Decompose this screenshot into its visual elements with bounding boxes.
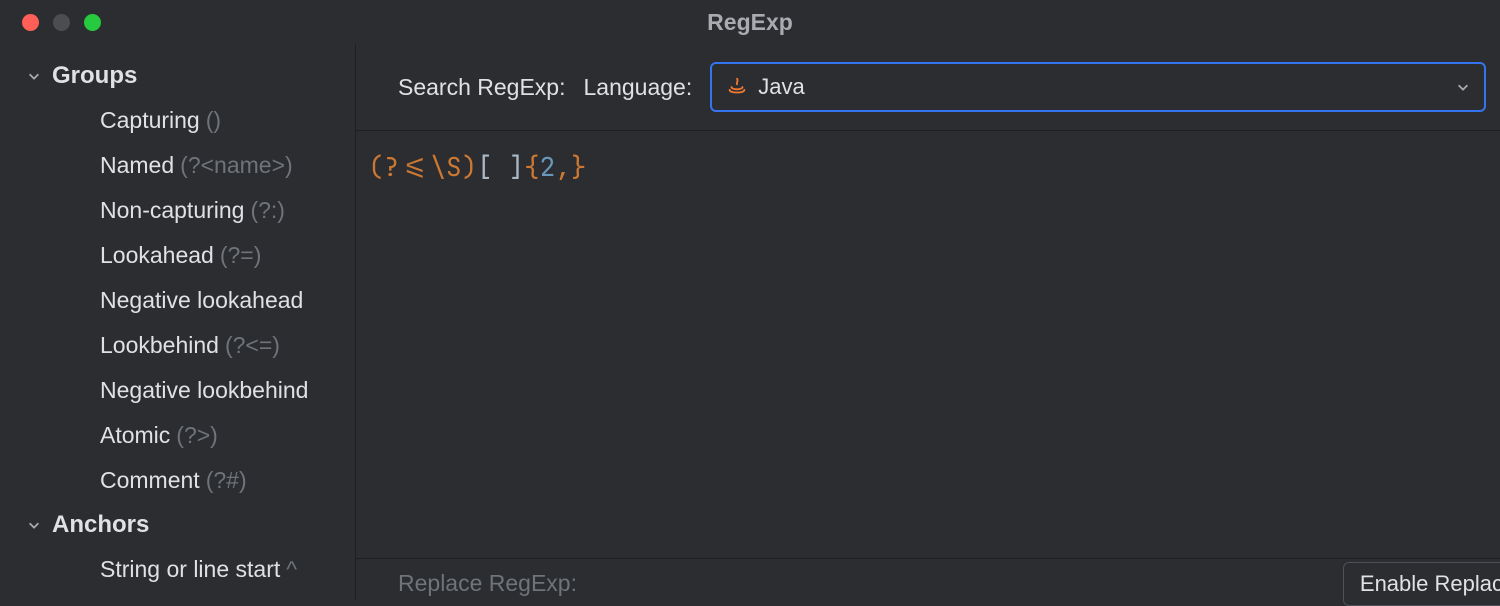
sidebar-item-hint: (?<=) <box>225 332 280 358</box>
search-regexp-label: Search RegExp: <box>398 74 565 101</box>
main-panel: Search RegExp: Language: Java (?<=\S)[ ]… <box>356 44 1500 600</box>
sidebar-item-hint: (?<name>) <box>180 152 293 178</box>
language-label: Language: <box>583 74 692 101</box>
sidebar-item-hint: ^ <box>286 556 297 582</box>
sidebar-section-label: Anchors <box>52 511 149 539</box>
sidebar-item-neg-lookbehind[interactable]: Negative lookbehind <box>0 368 355 413</box>
sidebar-item-hint: () <box>206 107 221 133</box>
titlebar: RegExp <box>0 0 1500 44</box>
sidebar-item-hint: (?#) <box>206 467 247 493</box>
sidebar-section-groups[interactable]: Groups <box>0 54 355 98</box>
window-controls <box>0 14 101 31</box>
sidebar-item-label: Capturing <box>100 107 200 133</box>
sidebar-section-anchors[interactable]: Anchors <box>0 503 355 547</box>
sidebar-item-atomic[interactable]: Atomic(?>) <box>0 413 355 458</box>
enable-replace-button[interactable]: Enable Replac <box>1343 562 1500 606</box>
sidebar: Groups Capturing() Named(?<name>) Non-ca… <box>0 44 356 600</box>
chevron-down-icon <box>1456 80 1470 94</box>
sidebar-item-hint: (?=) <box>220 242 262 268</box>
sidebar-item-neg-lookahead[interactable]: Negative lookahead <box>0 278 355 323</box>
chevron-down-icon <box>26 68 42 84</box>
sidebar-item-string-start[interactable]: String or line start^ <box>0 547 355 592</box>
search-toolbar: Search RegExp: Language: Java <box>356 44 1500 131</box>
sidebar-item-lookbehind[interactable]: Lookbehind(?<=) <box>0 323 355 368</box>
sidebar-item-label: Lookbehind <box>100 332 219 358</box>
minimize-icon[interactable] <box>53 14 70 31</box>
close-icon[interactable] <box>22 14 39 31</box>
sidebar-item-label: Named <box>100 152 174 178</box>
sidebar-item-label: Lookahead <box>100 242 214 268</box>
chevron-down-icon <box>26 517 42 533</box>
sidebar-item-named[interactable]: Named(?<name>) <box>0 143 355 188</box>
sidebar-item-label: String or line start <box>100 556 280 582</box>
replace-regexp-label: Replace RegExp: <box>398 570 577 597</box>
sidebar-item-capturing[interactable]: Capturing() <box>0 98 355 143</box>
sidebar-item-label: Negative lookahead <box>100 287 303 313</box>
replace-toolbar: Replace RegExp: Enable Replac <box>356 558 1500 600</box>
sidebar-item-comment[interactable]: Comment(?#) <box>0 458 355 503</box>
sidebar-item-hint: (?>) <box>176 422 218 448</box>
language-select[interactable]: Java <box>710 62 1486 112</box>
sidebar-item-label: Negative lookbehind <box>100 377 308 403</box>
sidebar-item-label: Comment <box>100 467 200 493</box>
sidebar-item-hint: (?:) <box>250 197 285 223</box>
language-value: Java <box>758 74 804 100</box>
sidebar-item-label: Atomic <box>100 422 170 448</box>
window-title: RegExp <box>707 9 793 36</box>
sidebar-item-lookahead[interactable]: Lookahead(?=) <box>0 233 355 278</box>
sidebar-item-noncapturing[interactable]: Non-capturing(?:) <box>0 188 355 233</box>
java-icon <box>726 76 748 98</box>
sidebar-item-label: Non-capturing <box>100 197 244 223</box>
maximize-icon[interactable] <box>84 14 101 31</box>
sidebar-section-label: Groups <box>52 62 137 90</box>
regexp-editor[interactable]: (?<=\S)[ ]{2,} <box>356 131 1500 558</box>
